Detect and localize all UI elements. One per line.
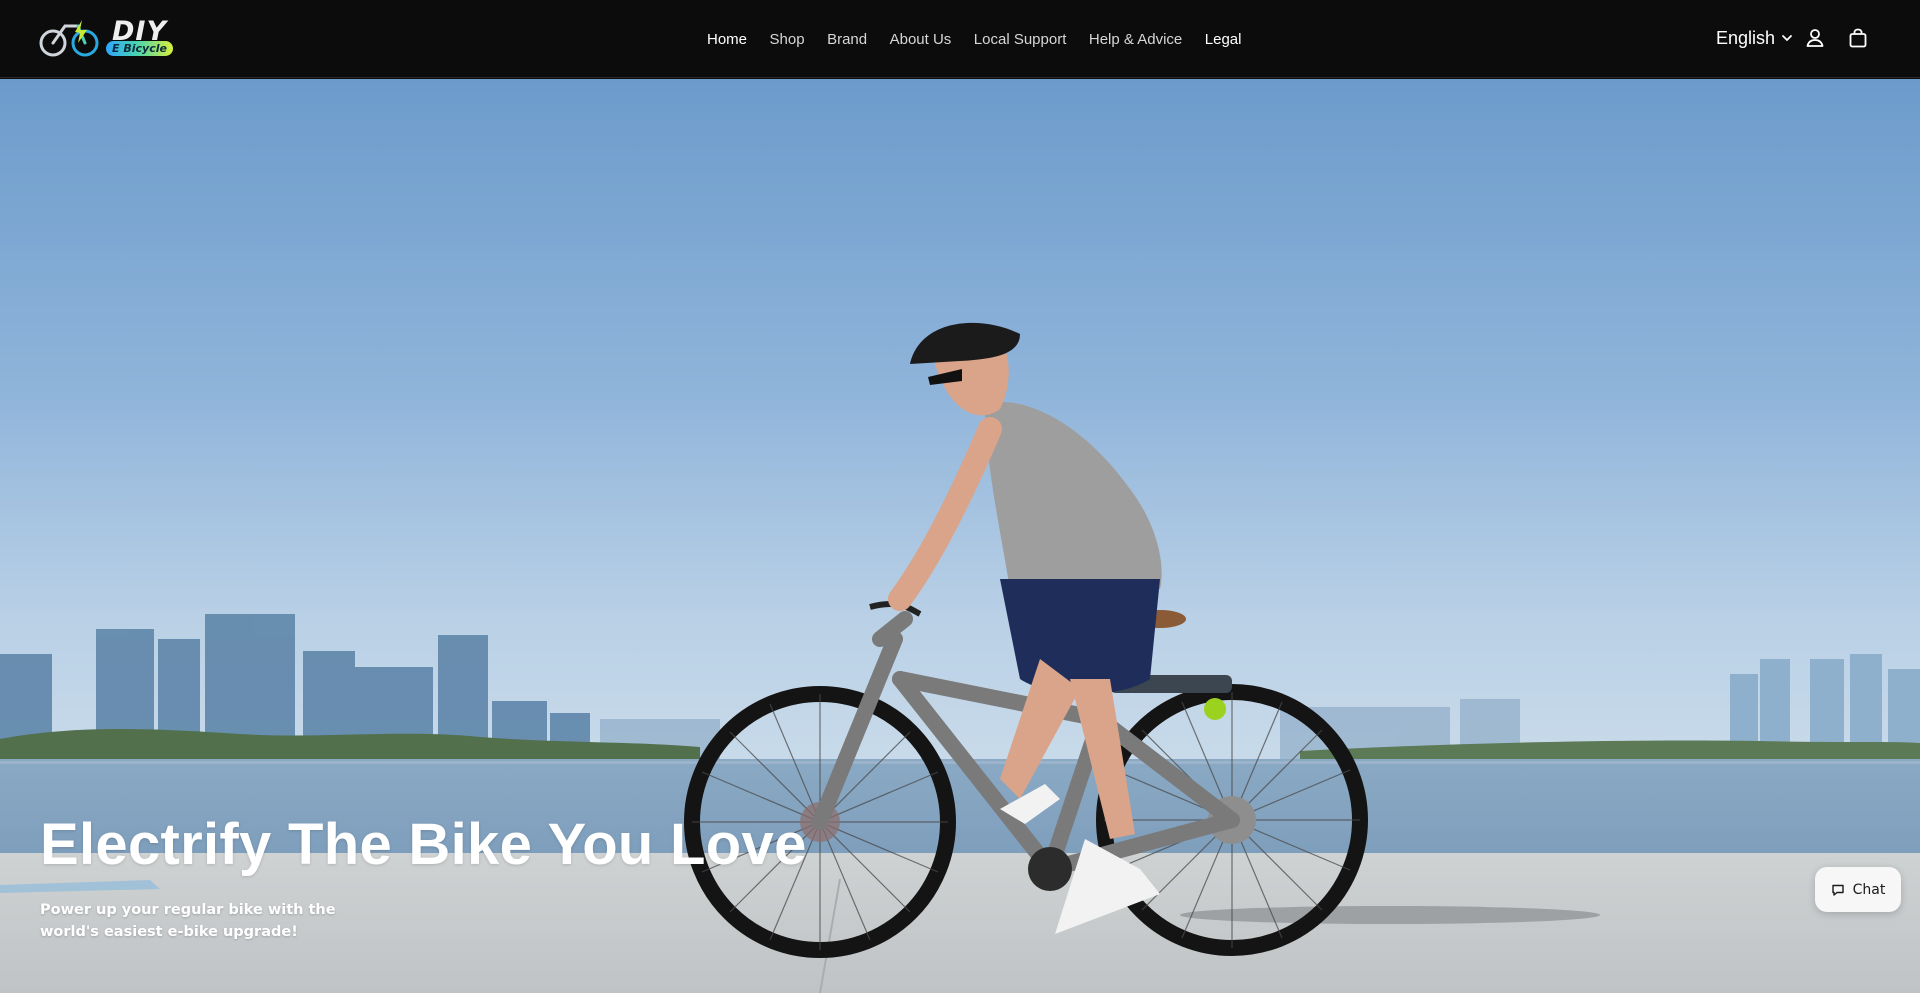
user-icon[interactable] bbox=[1803, 26, 1827, 50]
nav-local-support[interactable]: Local Support bbox=[974, 31, 1067, 48]
nav-shop[interactable]: Shop bbox=[770, 31, 805, 48]
language-label: English bbox=[1716, 27, 1776, 48]
nav-about-us[interactable]: About Us bbox=[890, 31, 952, 48]
hero-title: Electrify The Bike You Love bbox=[40, 812, 807, 877]
nav-brand[interactable]: Brand bbox=[827, 31, 867, 48]
hero-banner: Electrify The Bike You Love Power up you… bbox=[0, 79, 1920, 993]
chat-button[interactable]: Chat bbox=[1815, 867, 1901, 912]
brand-logo[interactable]: DIY E Bicycle bbox=[38, 16, 174, 62]
chevron-down-icon bbox=[1782, 35, 1792, 41]
chat-label: Chat bbox=[1852, 881, 1886, 898]
shopping-bag-icon[interactable] bbox=[1846, 26, 1870, 50]
bicycle-logo-icon bbox=[39, 20, 99, 57]
hero-subtitle: Power up your regular bike with the worl… bbox=[40, 902, 336, 940]
chat-bubble-icon bbox=[1831, 884, 1844, 896]
nav-help-advice[interactable]: Help & Advice bbox=[1089, 31, 1182, 48]
nav-legal[interactable]: Legal bbox=[1205, 31, 1242, 48]
site-header: DIY E Bicycle Home Shop Brand About Us L… bbox=[0, 0, 1920, 78]
logo-badge: E Bicycle bbox=[106, 41, 173, 56]
language-selector[interactable]: English bbox=[1716, 27, 1793, 49]
main-nav: Home Shop Brand About Us Local Support H… bbox=[707, 0, 1241, 78]
nav-home[interactable]: Home bbox=[707, 31, 747, 48]
